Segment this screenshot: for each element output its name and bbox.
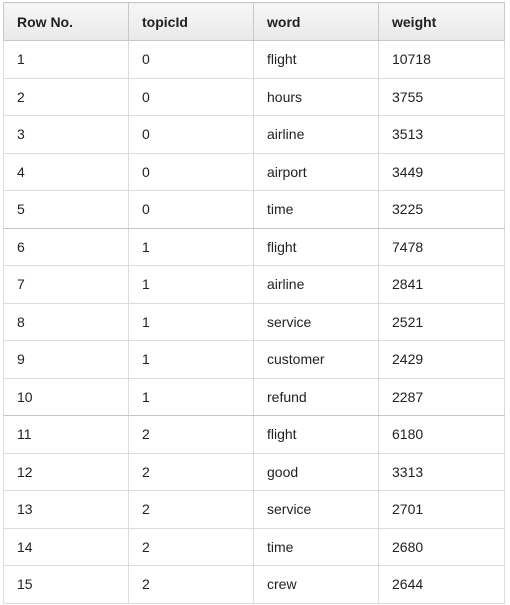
- cell-topic-id: 2: [128, 452, 254, 491]
- column-header-row-no[interactable]: Row No.: [3, 2, 129, 41]
- cell-weight: 2521: [378, 302, 505, 341]
- cell-topic-id: 1: [128, 340, 254, 379]
- cell-weight: 7478: [378, 227, 505, 266]
- cell-topic-id: 2: [128, 527, 254, 566]
- cell-row-no: 15: [3, 565, 129, 604]
- table-row[interactable]: 6 1 flight 7478: [3, 227, 505, 266]
- cell-word: crew: [253, 565, 379, 604]
- cell-weight: 2680: [378, 527, 505, 566]
- cell-row-no: 10: [3, 377, 129, 416]
- cell-weight: 3225: [378, 190, 505, 229]
- cell-word: airport: [253, 152, 379, 191]
- cell-weight: 2644: [378, 565, 505, 604]
- cell-word: flight: [253, 415, 379, 454]
- table-row[interactable]: 1 0 flight 10718: [3, 40, 505, 79]
- column-header-word[interactable]: word: [253, 2, 379, 41]
- table-row[interactable]: 3 0 airline 3513: [3, 115, 505, 154]
- table-row[interactable]: 9 1 customer 2429: [3, 340, 505, 379]
- table-row[interactable]: 8 1 service 2521: [3, 302, 505, 341]
- table-row[interactable]: 11 2 flight 6180: [3, 415, 505, 454]
- cell-weight: 2287: [378, 377, 505, 416]
- cell-row-no: 9: [3, 340, 129, 379]
- cell-row-no: 14: [3, 527, 129, 566]
- cell-word: airline: [253, 115, 379, 154]
- cell-row-no: 11: [3, 415, 129, 454]
- cell-row-no: 6: [3, 227, 129, 266]
- results-table: Row No. topicId word weight 1 0 flight 1071…: [3, 2, 505, 604]
- cell-word: good: [253, 452, 379, 491]
- column-header-weight[interactable]: weight: [378, 2, 505, 41]
- cell-word: refund: [253, 377, 379, 416]
- cell-topic-id: 2: [128, 490, 254, 529]
- cell-word: hours: [253, 77, 379, 116]
- cell-weight: 2429: [378, 340, 505, 379]
- cell-topic-id: 0: [128, 40, 254, 79]
- cell-topic-id: 1: [128, 302, 254, 341]
- cell-row-no: 7: [3, 265, 129, 304]
- cell-weight: 3755: [378, 77, 505, 116]
- table-row[interactable]: 13 2 service 2701: [3, 490, 505, 529]
- table-row[interactable]: 12 2 good 3313: [3, 452, 505, 491]
- cell-topic-id: 1: [128, 377, 254, 416]
- table-row[interactable]: 10 1 refund 2287: [3, 377, 505, 416]
- cell-row-no: 13: [3, 490, 129, 529]
- cell-weight: 3313: [378, 452, 505, 491]
- cell-weight: 3449: [378, 152, 505, 191]
- cell-row-no: 8: [3, 302, 129, 341]
- header-row: Row No. topicId word weight: [3, 2, 505, 41]
- cell-topic-id: 2: [128, 415, 254, 454]
- cell-topic-id: 0: [128, 77, 254, 116]
- table-row[interactable]: 2 0 hours 3755: [3, 77, 505, 116]
- column-header-topic-id[interactable]: topicId: [128, 2, 254, 41]
- cell-topic-id: 1: [128, 265, 254, 304]
- cell-word: service: [253, 302, 379, 341]
- cell-topic-id: 2: [128, 565, 254, 604]
- cell-word: time: [253, 527, 379, 566]
- cell-topic-id: 1: [128, 227, 254, 266]
- table-row[interactable]: 7 1 airline 2841: [3, 265, 505, 304]
- cell-word: time: [253, 190, 379, 229]
- cell-weight: 3513: [378, 115, 505, 154]
- cell-row-no: 5: [3, 190, 129, 229]
- cell-word: flight: [253, 227, 379, 266]
- table-row[interactable]: 14 2 time 2680: [3, 527, 505, 566]
- cell-row-no: 4: [3, 152, 129, 191]
- cell-weight: 2841: [378, 265, 505, 304]
- cell-topic-id: 0: [128, 115, 254, 154]
- results-table-container: Row No. topicId word weight 1 0 flight 1071…: [3, 2, 505, 604]
- cell-weight: 6180: [378, 415, 505, 454]
- table-body: 1 0 flight 10718 2 0 hours 3755 3 0 airline 3513 4 0 a…: [3, 40, 505, 604]
- table-row[interactable]: 4 0 airport 3449: [3, 152, 505, 191]
- table-header: Row No. topicId word weight: [3, 2, 505, 41]
- table-row[interactable]: 5 0 time 3225: [3, 190, 505, 229]
- table-row[interactable]: 15 2 crew 2644: [3, 565, 505, 604]
- cell-row-no: 12: [3, 452, 129, 491]
- cell-word: airline: [253, 265, 379, 304]
- cell-topic-id: 0: [128, 190, 254, 229]
- cell-row-no: 3: [3, 115, 129, 154]
- cell-weight: 10718: [378, 40, 505, 79]
- cell-word: service: [253, 490, 379, 529]
- cell-word: flight: [253, 40, 379, 79]
- cell-weight: 2701: [378, 490, 505, 529]
- cell-row-no: 1: [3, 40, 129, 79]
- cell-word: customer: [253, 340, 379, 379]
- cell-topic-id: 0: [128, 152, 254, 191]
- cell-row-no: 2: [3, 77, 129, 116]
